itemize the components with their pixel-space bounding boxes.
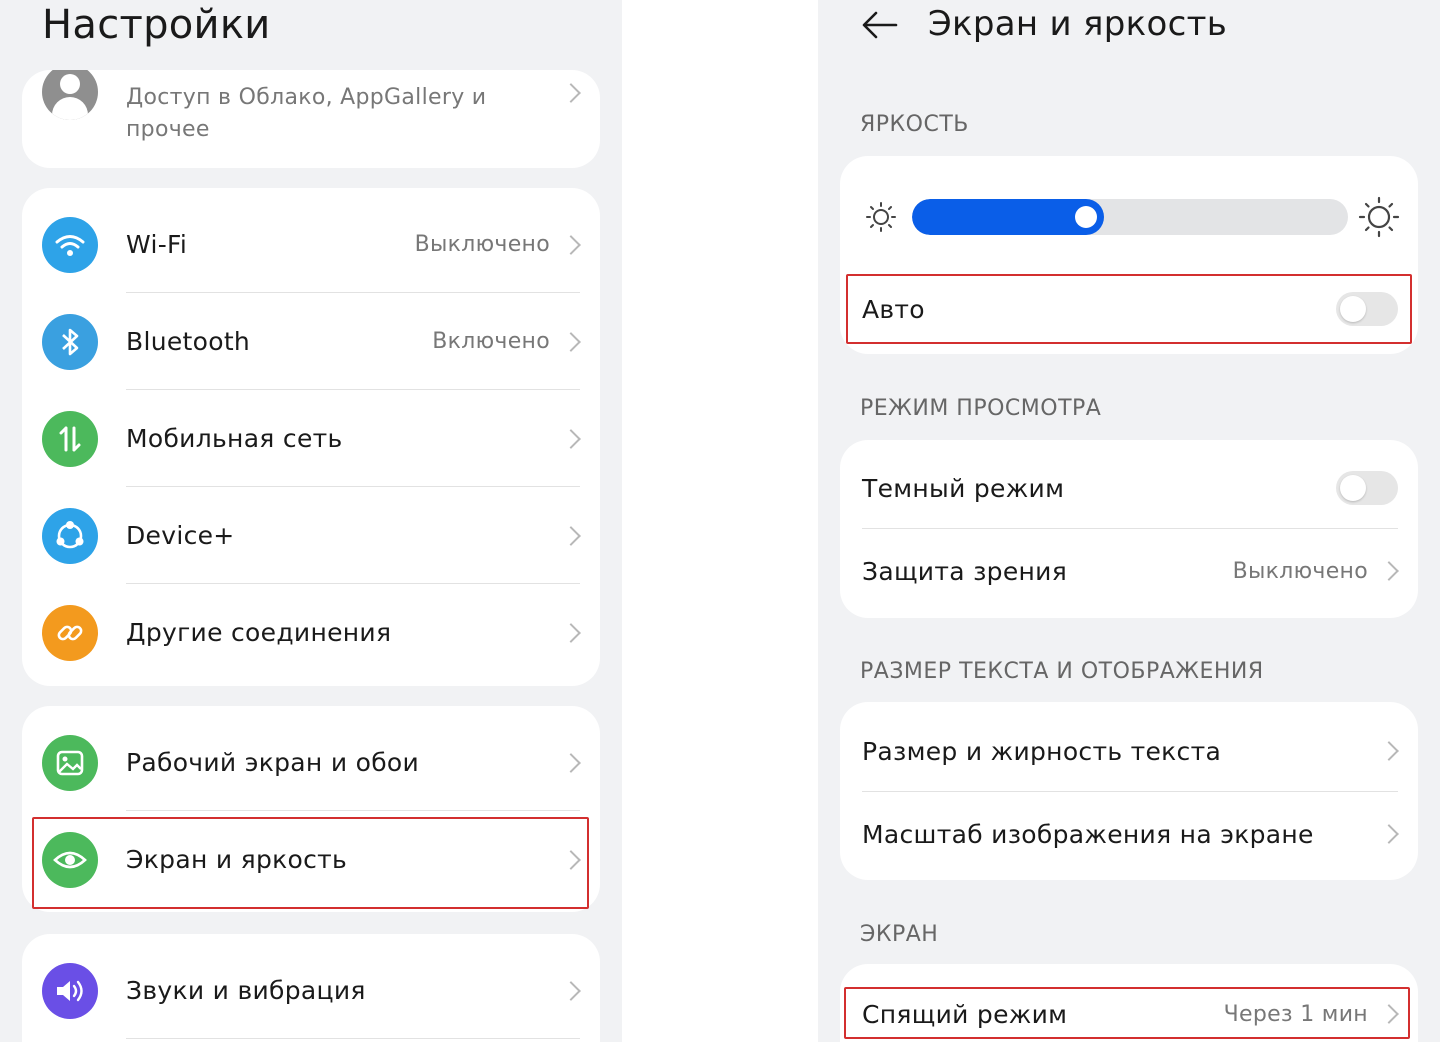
row-value: Выключено — [414, 232, 550, 257]
screen-card: Спящий режим Через 1 мин — [840, 964, 1418, 1042]
connections-card: Wi-Fi Выключено Bluetooth Включено Мобил… — [22, 188, 600, 686]
text-size-card: Размер и жирность текста Масштаб изображ… — [840, 702, 1418, 880]
wallpaper-icon — [42, 734, 98, 791]
wifi-icon — [42, 216, 98, 273]
chevron-right-icon — [561, 622, 581, 643]
row-mobile-network[interactable]: Мобильная сеть — [22, 390, 600, 487]
row-font-size[interactable]: Размер и жирность текста — [840, 710, 1418, 792]
row-eye-comfort[interactable]: Защита зрения Выключено — [840, 530, 1418, 612]
row-label: Wi-Fi — [126, 230, 188, 259]
brightness-slider-thumb[interactable] — [1075, 206, 1097, 228]
auto-brightness-label: Авто — [862, 294, 925, 324]
font-size-label: Размер и жирность текста — [862, 736, 1222, 766]
brightness-slider[interactable] — [912, 199, 1348, 235]
row-label: Device+ — [126, 521, 235, 550]
row-dark-mode[interactable]: Темный режим — [840, 448, 1418, 528]
sleep-label: Спящий режим — [862, 999, 1068, 1029]
mobile-data-icon — [42, 410, 98, 467]
avatar — [42, 70, 98, 120]
account-subtitle: Доступ в Облако, AppGallery и прочее — [126, 85, 487, 142]
eye-comfort-value: Выключено — [1232, 558, 1368, 584]
section-screen: ЭКРАН — [860, 922, 939, 947]
chevron-right-icon — [561, 849, 581, 870]
chevron-right-icon — [561, 525, 581, 546]
row-value: Включено — [432, 329, 550, 354]
chevron-right-icon — [561, 428, 581, 449]
chevron-right-icon — [1379, 1004, 1399, 1024]
page-title: Настройки — [42, 2, 271, 48]
display-scale-label: Масштаб изображения на экране — [862, 819, 1314, 849]
row-wifi[interactable]: Wi-Fi Выключено — [22, 196, 600, 293]
row-other-connections[interactable]: Другие соединения — [22, 584, 600, 681]
dark-mode-label: Темный режим — [862, 473, 1065, 503]
row-bluetooth[interactable]: Bluetooth Включено — [22, 293, 600, 390]
display-card: Рабочий экран и обои Экран и яркость — [22, 706, 600, 912]
divider — [862, 528, 1398, 529]
divider — [862, 791, 1398, 792]
display-settings-panel: Экран и яркость ЯРКОСТЬ Авто РЕЖИМ ПРОСМ… — [818, 0, 1440, 1042]
divider — [126, 1038, 580, 1039]
brightness-high-icon — [1358, 196, 1400, 238]
row-device-plus[interactable]: Device+ — [22, 487, 600, 584]
row-label: Другие соединения — [126, 618, 392, 647]
row-home-screen[interactable]: Рабочий экран и обои — [22, 714, 600, 811]
eye-icon — [42, 831, 98, 888]
row-label: Звуки и вибрация — [126, 976, 366, 1005]
link-icon — [42, 604, 98, 661]
row-label: Экран и яркость — [126, 845, 348, 874]
back-arrow-icon[interactable] — [860, 6, 900, 46]
device-plus-icon — [42, 507, 98, 564]
account-card[interactable]: Доступ в Облако, AppGallery и прочее — [22, 70, 600, 168]
row-auto-brightness[interactable]: Авто — [840, 276, 1418, 342]
bluetooth-icon — [42, 313, 98, 370]
row-label: Рабочий экран и обои — [126, 748, 420, 777]
section-view-mode: РЕЖИМ ПРОСМОТРА — [860, 396, 1102, 421]
chevron-right-icon — [561, 980, 581, 1001]
row-label: Bluetooth — [126, 327, 251, 356]
row-sounds[interactable]: Звуки и вибрация — [22, 942, 600, 1039]
row-display-brightness[interactable]: Экран и яркость — [22, 811, 600, 908]
chevron-right-icon — [1379, 824, 1399, 844]
settings-panel: Настройки Доступ в Облако, AppGallery и … — [0, 0, 622, 1042]
chevron-right-icon — [561, 83, 581, 103]
row-sleep[interactable]: Спящий режим Через 1 мин — [840, 978, 1418, 1042]
brightness-card: Авто — [840, 156, 1418, 354]
view-mode-card: Темный режим Защита зрения Выключено — [840, 440, 1418, 618]
sleep-value: Через 1 мин — [1223, 1001, 1368, 1027]
brightness-low-icon — [866, 202, 896, 232]
sound-card: Звуки и вибрация — [22, 934, 600, 1042]
speaker-icon — [42, 962, 98, 1019]
auto-brightness-toggle[interactable] — [1336, 292, 1398, 326]
chevron-right-icon — [561, 234, 581, 255]
page-title: Экран и яркость — [928, 4, 1228, 44]
section-text-size: РАЗМЕР ТЕКСТА И ОТОБРАЖЕНИЯ — [860, 659, 1264, 684]
eye-comfort-label: Защита зрения — [862, 556, 1068, 586]
chevron-right-icon — [1379, 561, 1399, 581]
chevron-right-icon — [1379, 741, 1399, 761]
dark-mode-toggle[interactable] — [1336, 471, 1398, 505]
row-label: Мобильная сеть — [126, 424, 343, 453]
chevron-right-icon — [561, 752, 581, 773]
row-display-scale[interactable]: Масштаб изображения на экране — [840, 793, 1418, 875]
chevron-right-icon — [561, 331, 581, 352]
section-brightness: ЯРКОСТЬ — [860, 112, 969, 137]
